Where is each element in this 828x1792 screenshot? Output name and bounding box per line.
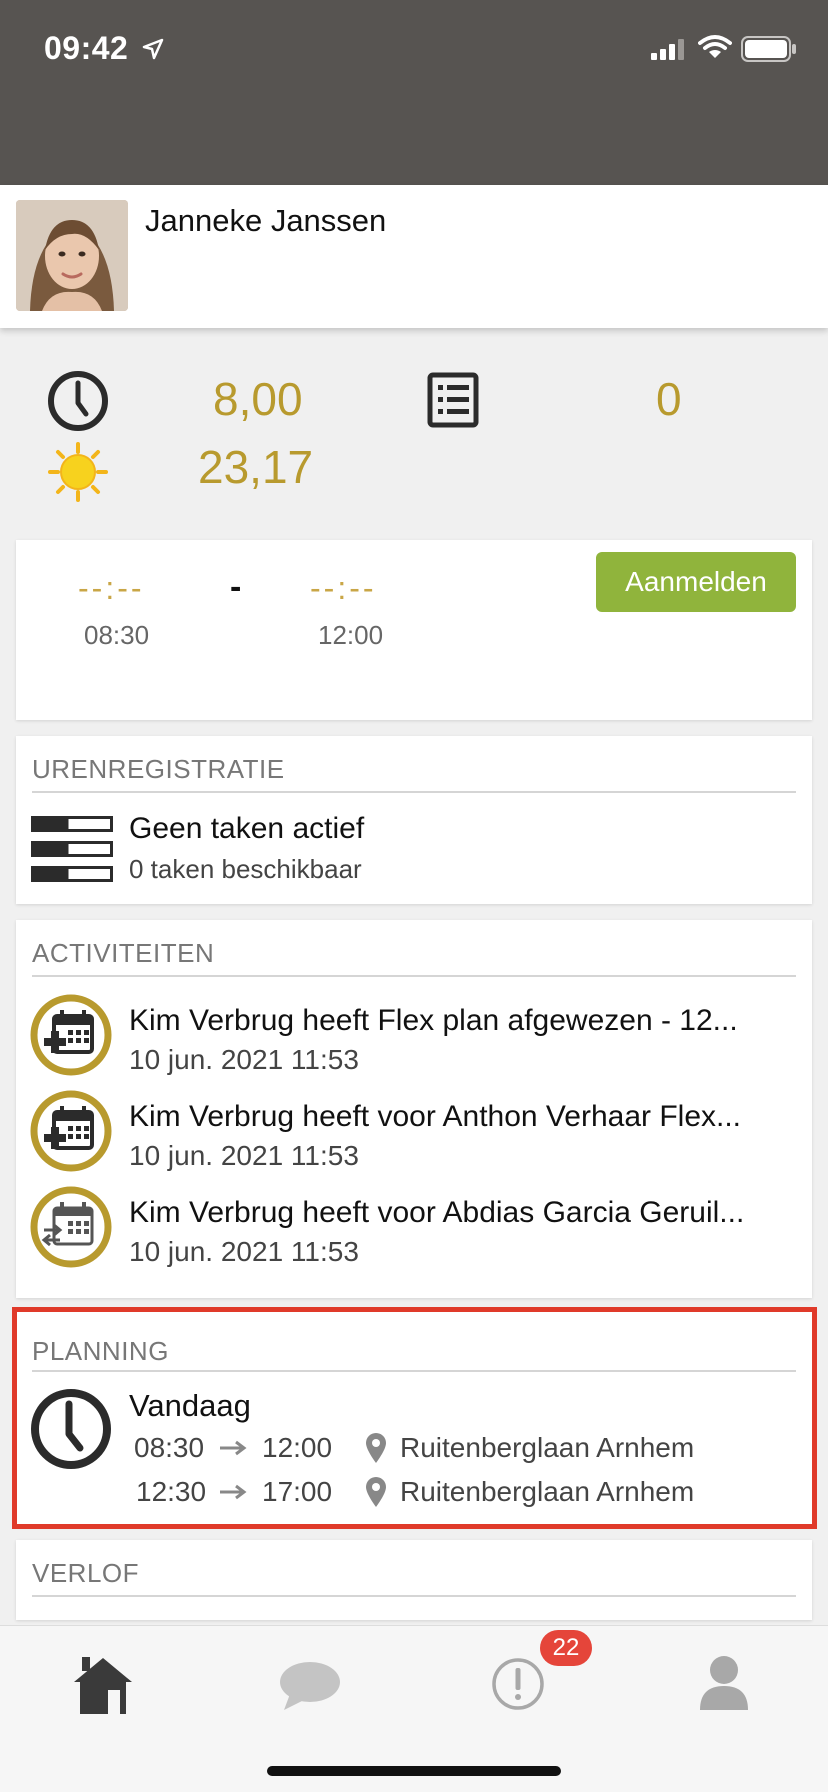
stats-overview: 8,00 0 23,17: [0, 360, 828, 502]
aanmelden-button[interactable]: Aanmelden: [596, 552, 796, 612]
cellular-signal-icon: [651, 39, 684, 60]
location-arrow-icon: [142, 38, 164, 60]
activiteiten-card: ACTIVITEITEN Kim Verbrug heeft Flex plan…: [16, 920, 812, 1298]
activity-date: 10 jun. 2021 11:53: [129, 1140, 359, 1171]
activity-title: Kim Verbrug heeft voor Abdias Garcia Ger…: [129, 1196, 745, 1229]
end-time-placeholder: --:--: [310, 570, 377, 606]
verlof-card[interactable]: VERLOF: [16, 1540, 812, 1620]
tasks-count: 0: [656, 373, 682, 425]
activity-title: Kim Verbrug heeft voor Anthon Verhaar Fl…: [129, 1100, 742, 1133]
activity-item[interactable]: Kim Verbrug heeft Flex plan afgewezen - …: [16, 994, 812, 1090]
activity-title: Kim Verbrug heeft Flex plan afgewezen - …: [129, 1004, 738, 1037]
task-list-icon: [427, 372, 479, 428]
time-separator: -: [230, 568, 242, 606]
divider: [32, 791, 796, 793]
sun-icon: [48, 442, 108, 502]
tasks-available-subtitle: 0 taken beschikbaar: [129, 854, 362, 884]
avatar[interactable]: [16, 200, 128, 311]
urenregistratie-card[interactable]: URENREGISTRATIE Geen taken actief 0 take…: [16, 736, 812, 904]
planned-start-time: 08:30: [84, 620, 150, 650]
divider: [32, 975, 796, 977]
chat-icon[interactable]: [278, 1660, 342, 1712]
clock-icon: [48, 371, 108, 431]
status-bar: 09:42: [0, 0, 828, 185]
urenregistratie-header: URENREGISTRATIE: [32, 754, 285, 784]
activity-date: 10 jun. 2021 11:53: [129, 1044, 359, 1075]
task-bars-icon: [31, 816, 113, 882]
sun-value: 23,17: [198, 441, 314, 493]
home-indicator: [267, 1766, 561, 1776]
start-time-placeholder: --:--: [78, 570, 145, 606]
planned-end-time: 12:00: [318, 620, 384, 650]
alerts-icon[interactable]: [490, 1656, 546, 1712]
activity-item[interactable]: Kim Verbrug heeft voor Anthon Verhaar Fl…: [16, 1090, 812, 1186]
profile-header[interactable]: Janneke Janssen: [0, 185, 828, 328]
alerts-badge: 22: [540, 1630, 592, 1666]
tasks-status-title: Geen taken actief: [129, 812, 365, 845]
activiteiten-header: ACTIVITEITEN: [32, 938, 215, 968]
calendar-swap-icon: [30, 1186, 112, 1268]
calendar-add-icon: [30, 994, 112, 1076]
divider: [32, 1595, 796, 1597]
calendar-add-icon: [30, 1090, 112, 1172]
clock-in-card: --:-- - --:-- 08:30 12:00 Aanmelden: [16, 540, 812, 720]
planning-highlight: [12, 1307, 817, 1529]
profile-name: Janneke Janssen: [145, 203, 387, 238]
profile-icon[interactable]: [698, 1654, 750, 1710]
activity-date: 10 jun. 2021 11:53: [129, 1236, 359, 1267]
activity-item[interactable]: Kim Verbrug heeft voor Abdias Garcia Ger…: [16, 1186, 812, 1282]
battery-icon: [741, 36, 796, 62]
status-time: 09:42: [44, 30, 129, 66]
wifi-icon: [698, 35, 732, 58]
home-icon[interactable]: [72, 1656, 134, 1716]
hours-value: 8,00: [213, 373, 303, 425]
verlof-header: VERLOF: [32, 1558, 140, 1588]
